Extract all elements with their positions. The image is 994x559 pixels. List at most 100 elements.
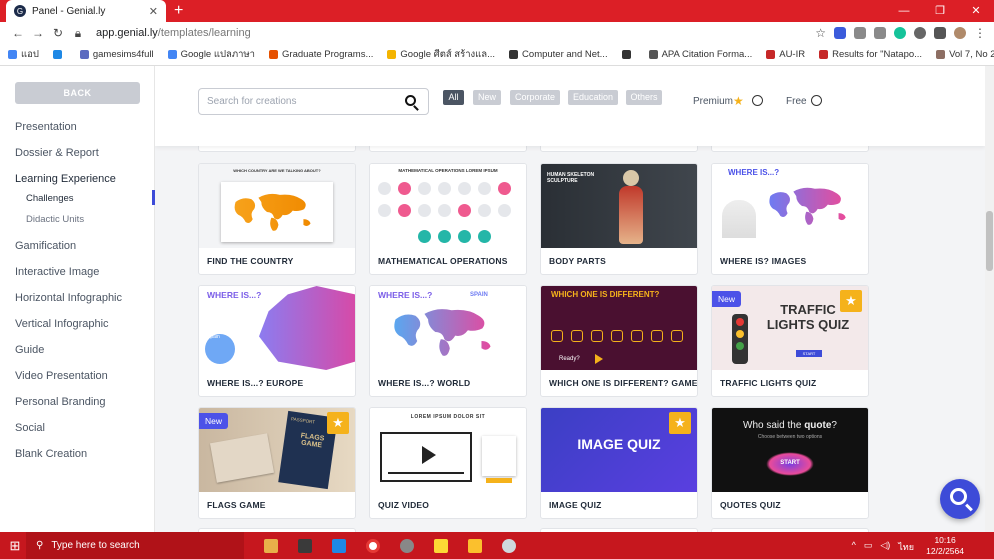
filter-corporate[interactable]: Corporate xyxy=(510,90,560,105)
bookmark-item[interactable]: Graduate Programs... xyxy=(269,49,373,60)
sidebar-item-gamification[interactable]: Gamification xyxy=(15,240,76,252)
template-card-mathematical-operations[interactable]: MATHEMATICAL OPERATIONS LOREM IPSUM MATHE… xyxy=(369,163,527,275)
sidebar-item-blank-creation[interactable]: Blank Creation xyxy=(15,448,87,460)
scrollbar-thumb[interactable] xyxy=(986,211,993,271)
search-box[interactable] xyxy=(198,88,429,115)
sidebar-subitem-didactic-units[interactable]: Didactic Units xyxy=(26,214,84,225)
extension-chat-icon[interactable] xyxy=(874,27,886,39)
profile-avatar[interactable] xyxy=(954,27,966,39)
template-thumbnail[interactable]: LOREM IPSUM DOLOR SIT xyxy=(370,408,526,492)
taskbar-search[interactable]: ⚲ Type here to search xyxy=(26,532,244,559)
bookmark-item[interactable]: Google แปลภาษา xyxy=(167,47,255,62)
template-thumbnail[interactable]: HUMAN SKELETON SCULPTURE xyxy=(541,164,697,248)
bookmark-favicon-icon xyxy=(79,50,89,59)
browser-menu-icon[interactable]: ⋮ xyxy=(974,26,986,40)
search-input[interactable] xyxy=(207,89,397,114)
sidebar-item-interactive-image[interactable]: Interactive Image xyxy=(15,266,99,278)
template-thumbnail[interactable]: MATHEMATICAL OPERATIONS LOREM IPSUM xyxy=(370,164,526,248)
template-card-which-one-is-different-game[interactable]: WHICH ONE IS DIFFERENT? Ready? WHICH ONE I… xyxy=(540,285,698,397)
premium-radio[interactable] xyxy=(752,95,763,106)
extension-blue-icon[interactable] xyxy=(834,27,846,39)
sticky-notes-icon[interactable] xyxy=(434,538,448,553)
filter-new[interactable]: New xyxy=(473,90,501,105)
template-thumbnail[interactable]: WHERE IS...? Spain xyxy=(199,286,355,370)
template-card-quotes-quiz[interactable]: Who said the quote? Choose between two op… xyxy=(711,407,869,519)
clock[interactable]: 10:16 12/2/2564 xyxy=(926,535,964,557)
file-explorer-icon[interactable] xyxy=(264,538,278,553)
page-scrollbar[interactable] xyxy=(985,66,994,532)
bookmark-item[interactable]: gamesims4full xyxy=(79,49,154,60)
sidebar-item-vertical-infographic[interactable]: Vertical Infographic xyxy=(15,318,109,330)
fab-search-button[interactable] xyxy=(940,479,980,519)
address-bar[interactable]: app.genial.ly/templates/learning xyxy=(96,27,815,39)
template-card-where-is-world[interactable]: WHERE IS...? SPAIN WHERE IS...? WORLD xyxy=(369,285,527,397)
extension-gear-icon[interactable] xyxy=(914,27,926,39)
template-thumbnail[interactable]: Who said the quote? Choose between two op… xyxy=(712,408,868,492)
app-icon[interactable] xyxy=(502,538,516,553)
bookmark-item[interactable]: APA Citation Forma... xyxy=(648,49,752,60)
extension-facebook-icon[interactable] xyxy=(854,27,866,39)
template-card-image-quiz[interactable]: IMAGE QUIZ IMAGE QUIZ ★ xyxy=(540,407,698,519)
bookmark-item[interactable]: Vol 7, No 2 (2015) xyxy=(936,49,994,60)
free-radio[interactable] xyxy=(811,95,822,106)
template-thumbnail[interactable]: WHICH ONE IS DIFFERENT? Ready? xyxy=(541,286,697,370)
minimize-icon[interactable]: — xyxy=(886,0,922,22)
mail-icon[interactable] xyxy=(332,538,346,553)
bookmark-item[interactable]: Results for "Natapo... xyxy=(819,49,922,60)
browser-tab[interactable]: G Panel - Genial.ly ✕ xyxy=(6,0,166,22)
sidebar-item-learning-experience[interactable]: Learning Experience xyxy=(15,173,116,185)
bookmark-star-icon[interactable]: ☆ xyxy=(815,26,826,40)
volume-icon[interactable]: ◁) xyxy=(880,540,890,554)
notes-icon[interactable] xyxy=(468,538,482,553)
extensions-puzzle-icon[interactable] xyxy=(934,27,946,39)
windows-taskbar: ⊞ ⚲ Type here to search ^ ▭ ◁) ไทย 10:16… xyxy=(0,532,994,559)
template-card-flags-game[interactable]: PASSPORT FLAGS GAME FLAGS GAME New ★ xyxy=(198,407,356,519)
opera-icon[interactable] xyxy=(366,538,380,553)
sidebar-item-video-presentation[interactable]: Video Presentation xyxy=(15,370,108,382)
window-controls: — ❐ ✕ xyxy=(886,0,994,22)
bookmark-item[interactable]: AU-IR xyxy=(766,49,805,60)
maximize-icon[interactable]: ❐ xyxy=(922,0,958,22)
bookmark-item[interactable]: Computer and Net... xyxy=(509,49,608,60)
close-window-icon[interactable]: ✕ xyxy=(958,0,994,22)
sidebar-item-social[interactable]: Social xyxy=(15,422,45,434)
bookmark-item[interactable]: Google ศีตส์ สร้างแล... xyxy=(387,47,495,62)
template-card-where-is-images[interactable]: WHERE IS...? WHERE IS? IMAGES xyxy=(711,163,869,275)
template-thumbnail[interactable]: WHICH COUNTRY ARE WE TALKING ABOUT? xyxy=(199,164,355,248)
template-card-where-is-europe[interactable]: WHERE IS...? Spain WHERE IS...? EUROPE xyxy=(198,285,356,397)
sidebar-item-guide[interactable]: Guide xyxy=(15,344,44,356)
chrome-icon[interactable] xyxy=(400,538,414,553)
close-tab-icon[interactable]: ✕ xyxy=(149,5,158,18)
windows-start-icon[interactable]: ⊞ xyxy=(4,538,26,554)
template-thumbnail[interactable]: WHERE IS...? xyxy=(712,164,868,248)
sidebar-item-personal-branding[interactable]: Personal Branding xyxy=(15,396,106,408)
template-card-traffic-lights-quiz[interactable]: TRAFFIC LIGHTS QUIZ START TRAFFIC LIGHTS Q… xyxy=(711,285,869,397)
forward-arrow-icon[interactable]: → xyxy=(28,26,48,40)
new-tab-button[interactable]: + xyxy=(174,0,183,22)
bookmark-favicon-icon xyxy=(648,50,658,59)
extension-grammarly-icon[interactable] xyxy=(894,27,906,39)
filter-others[interactable]: Others xyxy=(626,90,662,105)
filter-education[interactable]: Education xyxy=(568,90,618,105)
store-icon[interactable] xyxy=(298,538,312,553)
template-card-body-parts[interactable]: HUMAN SKELETON SCULPTURE BODY PARTS xyxy=(540,163,698,275)
bookmark-item[interactable] xyxy=(621,50,635,59)
back-button[interactable]: BACK xyxy=(15,82,140,104)
back-arrow-icon[interactable]: ← xyxy=(8,26,28,40)
lock-icon[interactable]: 🔒︎ xyxy=(68,26,88,41)
search-icon[interactable] xyxy=(405,95,416,106)
show-hidden-icon[interactable]: ^ xyxy=(852,540,856,554)
network-icon[interactable]: ▭ xyxy=(864,540,873,554)
sidebar-subitem-challenges[interactable]: Challenges xyxy=(26,193,74,204)
template-card-quiz-video[interactable]: LOREM IPSUM DOLOR SIT QUIZ VIDEO xyxy=(369,407,527,519)
template-card-find-the-country[interactable]: WHICH COUNTRY ARE WE TALKING ABOUT? FIND … xyxy=(198,163,356,275)
reload-icon[interactable]: ↻ xyxy=(48,26,68,40)
language-indicator[interactable]: ไทย xyxy=(898,540,914,554)
template-thumbnail[interactable]: WHERE IS...? SPAIN xyxy=(370,286,526,370)
sidebar-item-horizontal-infographic[interactable]: Horizontal Infographic xyxy=(15,292,122,304)
sidebar-item-dossier-report[interactable]: Dossier & Report xyxy=(15,147,99,159)
bookmark-item[interactable]: แอป xyxy=(8,47,39,62)
filter-all[interactable]: All xyxy=(443,90,464,105)
bookmark-item[interactable] xyxy=(52,50,66,59)
sidebar-item-presentation[interactable]: Presentation xyxy=(15,121,77,133)
